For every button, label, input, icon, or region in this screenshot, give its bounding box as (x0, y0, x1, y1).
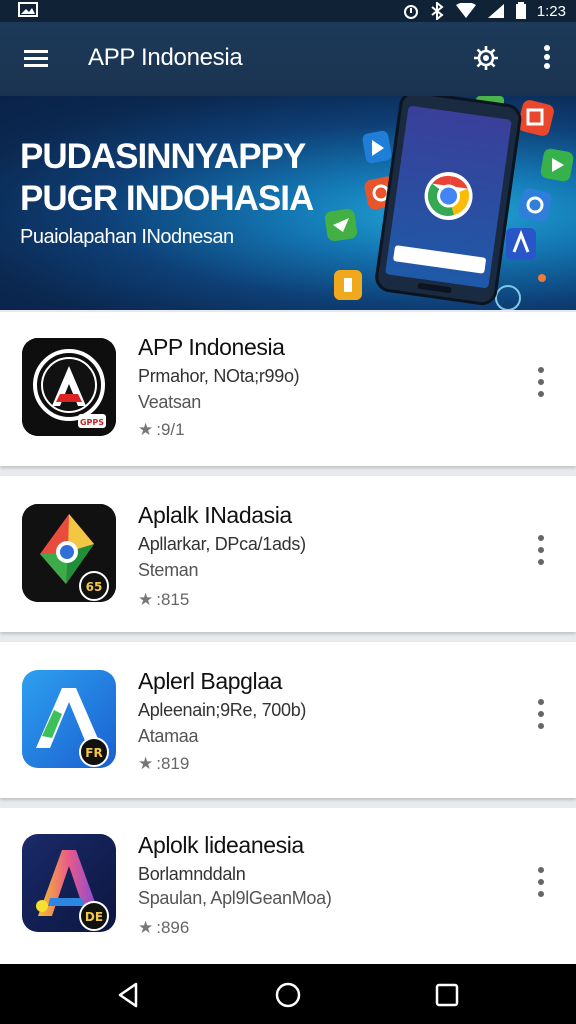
app-rating-value: :815 (156, 590, 190, 609)
battery-icon (515, 2, 527, 20)
phone-illustration (324, 96, 574, 310)
app-name: Aplolk lideanesia (138, 832, 304, 858)
star-icon: ★ (138, 918, 154, 937)
promo-banner[interactable]: PUDASINNYAPPY PUGR INDOHASIA Puaiolapaha… (0, 96, 576, 310)
list-item[interactable]: GPPS APP Indonesia Prmahor, NOta;r99o) V… (0, 312, 576, 466)
app-icon-gradient-a: DE (22, 834, 116, 932)
list-item[interactable]: DE Aplolk lideanesia Borlamnddaln Spaula… (0, 808, 576, 964)
alarm-icon (403, 2, 419, 20)
app-category: Veatsan (138, 392, 201, 412)
banner-headline: PUDASINNYAPPY PUGR INDOHASIA (20, 136, 314, 220)
wifi-icon (455, 3, 477, 19)
overflow-menu-icon[interactable] (536, 42, 558, 74)
app-publisher: Borlamnddaln (138, 864, 246, 884)
app-icon-badge: FR (85, 746, 102, 760)
phone-device (375, 96, 522, 306)
app-publisher: Apleenain;9Re, 700b) (138, 700, 307, 720)
app-rating: ★ :819 (138, 754, 189, 774)
signal-icon (487, 3, 505, 19)
star-icon: ★ (138, 420, 154, 439)
bluetooth-icon (429, 2, 445, 20)
app-publisher: Prmahor, NOta;r99o) (138, 366, 300, 386)
app-bar: APP Indonesia (0, 22, 576, 96)
app-name: APP Indonesia (138, 334, 285, 360)
status-bar: 1:23 (0, 0, 576, 22)
app-rating: ★ :896 (138, 918, 189, 938)
app-name: Aplerl Bapglaa (138, 668, 283, 694)
home-icon[interactable] (271, 978, 305, 1012)
recents-icon[interactable] (430, 978, 464, 1012)
app-icon-a-logo: GPPS (22, 338, 116, 436)
settings-icon[interactable] (470, 42, 502, 74)
app-rating: ★ :9/1 (138, 420, 185, 440)
app-icon-badge: DE (85, 910, 103, 924)
app-category: Steman (138, 560, 199, 580)
item-overflow-icon[interactable] (530, 694, 552, 734)
system-nav-bar (0, 964, 576, 1024)
app-category: Spaulan, Apl9lGeanMoa) (138, 888, 332, 908)
banner-headline-line1: PUDASINNYAPPY (20, 137, 306, 176)
app-rating-value: :819 (156, 754, 190, 773)
app-rating-value: :896 (156, 918, 190, 937)
star-icon: ★ (138, 590, 154, 609)
clock-time: 1:23 (536, 2, 566, 20)
app-publisher: Apllarkar, DPca/1ads) (138, 534, 306, 554)
item-overflow-icon[interactable] (530, 862, 552, 902)
app-icon-blue-a: FR (22, 670, 116, 768)
app-icon-badge: 65 (86, 580, 103, 594)
star-icon: ★ (138, 754, 154, 773)
banner-subline: Puaiolapahan INodnesan (20, 226, 234, 248)
back-icon[interactable] (112, 978, 146, 1012)
list-item[interactable]: FR Aplerl Bapglaa Apleenain;9Re, 700b) A… (0, 642, 576, 798)
app-rating: ★ :815 (138, 590, 189, 610)
banner-headline-line2: PUGR INDOHASIA (20, 179, 314, 218)
list-item[interactable]: 65 Aplalk INadasia Apllarkar, DPca/1ads)… (0, 476, 576, 632)
item-overflow-icon[interactable] (530, 362, 552, 402)
menu-icon[interactable] (22, 46, 52, 72)
item-overflow-icon[interactable] (530, 530, 552, 570)
app-icon-badge: GPPS (80, 418, 104, 427)
app-title: APP Indonesia (88, 44, 243, 71)
app-category: Atamaa (138, 726, 199, 746)
gallery-notification-icon (18, 2, 38, 18)
app-name: Aplalk INadasia (138, 502, 292, 528)
app-rating-value: :9/1 (156, 420, 185, 439)
app-icon-chrome-shield: 65 (22, 504, 116, 602)
